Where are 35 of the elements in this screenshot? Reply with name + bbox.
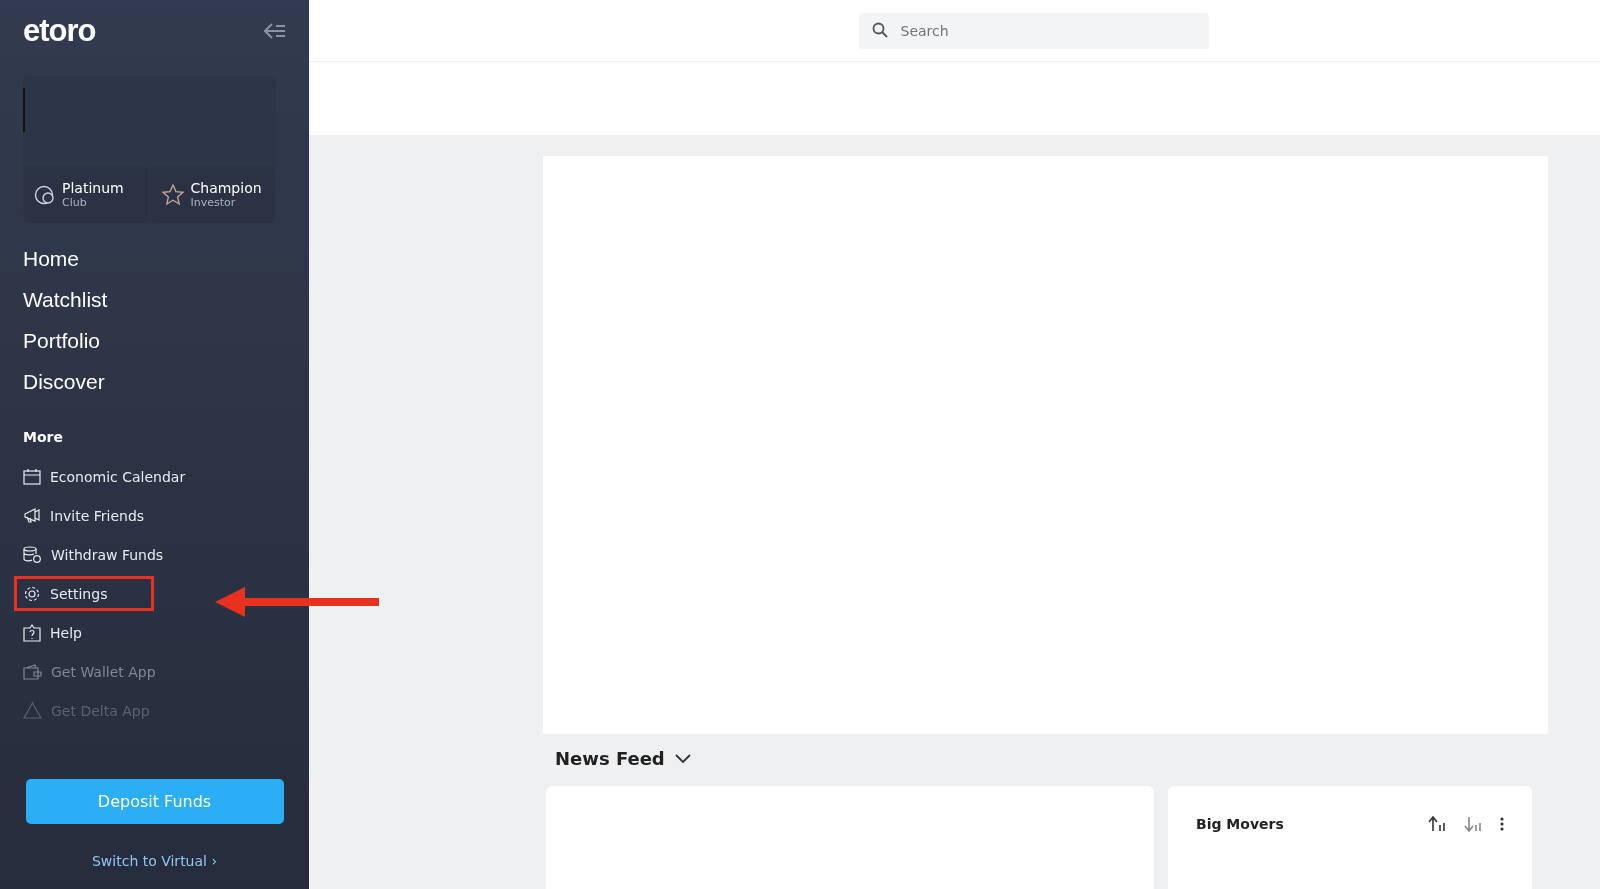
badge-title: Platinum (62, 180, 124, 196)
badge-subtitle: Club (62, 196, 88, 209)
section-heading: More (23, 429, 64, 445)
chevron-down-icon[interactable] (674, 753, 691, 764)
section-title[interactable]: News Feed (555, 748, 665, 769)
star-icon (160, 182, 185, 207)
tier-badge[interactable]: Champion Investor (150, 166, 275, 223)
nav-link[interactable]: Home (23, 243, 286, 274)
menu-item[interactable]: Help (14, 615, 91, 650)
calendar-icon (23, 468, 41, 485)
badge-title: Champion (190, 180, 262, 196)
wallet-icon (23, 663, 42, 680)
card-title: Big Movers (1196, 816, 1284, 832)
nav-link[interactable]: Portfolio (23, 325, 286, 356)
sort-down-icon[interactable] (1464, 816, 1484, 832)
more-icon[interactable] (1500, 817, 1504, 831)
nav-link[interactable]: Watchlist (23, 284, 286, 315)
switch-link[interactable]: Switch to Virtual › (91, 853, 217, 869)
menu-item[interactable]: Invite Friends (14, 498, 154, 533)
circles-icon (34, 183, 56, 206)
triangle-icon (23, 702, 42, 719)
megaphone-icon (23, 507, 41, 524)
menu-item[interactable]: Economic Calendar (14, 459, 195, 494)
menu-item[interactable]: Withdraw Funds (14, 537, 173, 572)
search-icon (871, 21, 888, 38)
help-icon (23, 623, 41, 642)
collapse-sidebar-icon[interactable] (264, 23, 286, 39)
menu-item[interactable]: Settings (14, 576, 155, 611)
nav-link[interactable]: Discover (23, 366, 286, 397)
sort-up-icon[interactable] (1428, 816, 1448, 832)
tier-badge[interactable]: Platinum Club (24, 166, 149, 223)
search-field[interactable]: Search (858, 12, 1209, 49)
badge-subtitle: Investor (190, 196, 237, 209)
logo[interactable]: etoro (23, 13, 96, 49)
settings-icon (23, 584, 41, 603)
